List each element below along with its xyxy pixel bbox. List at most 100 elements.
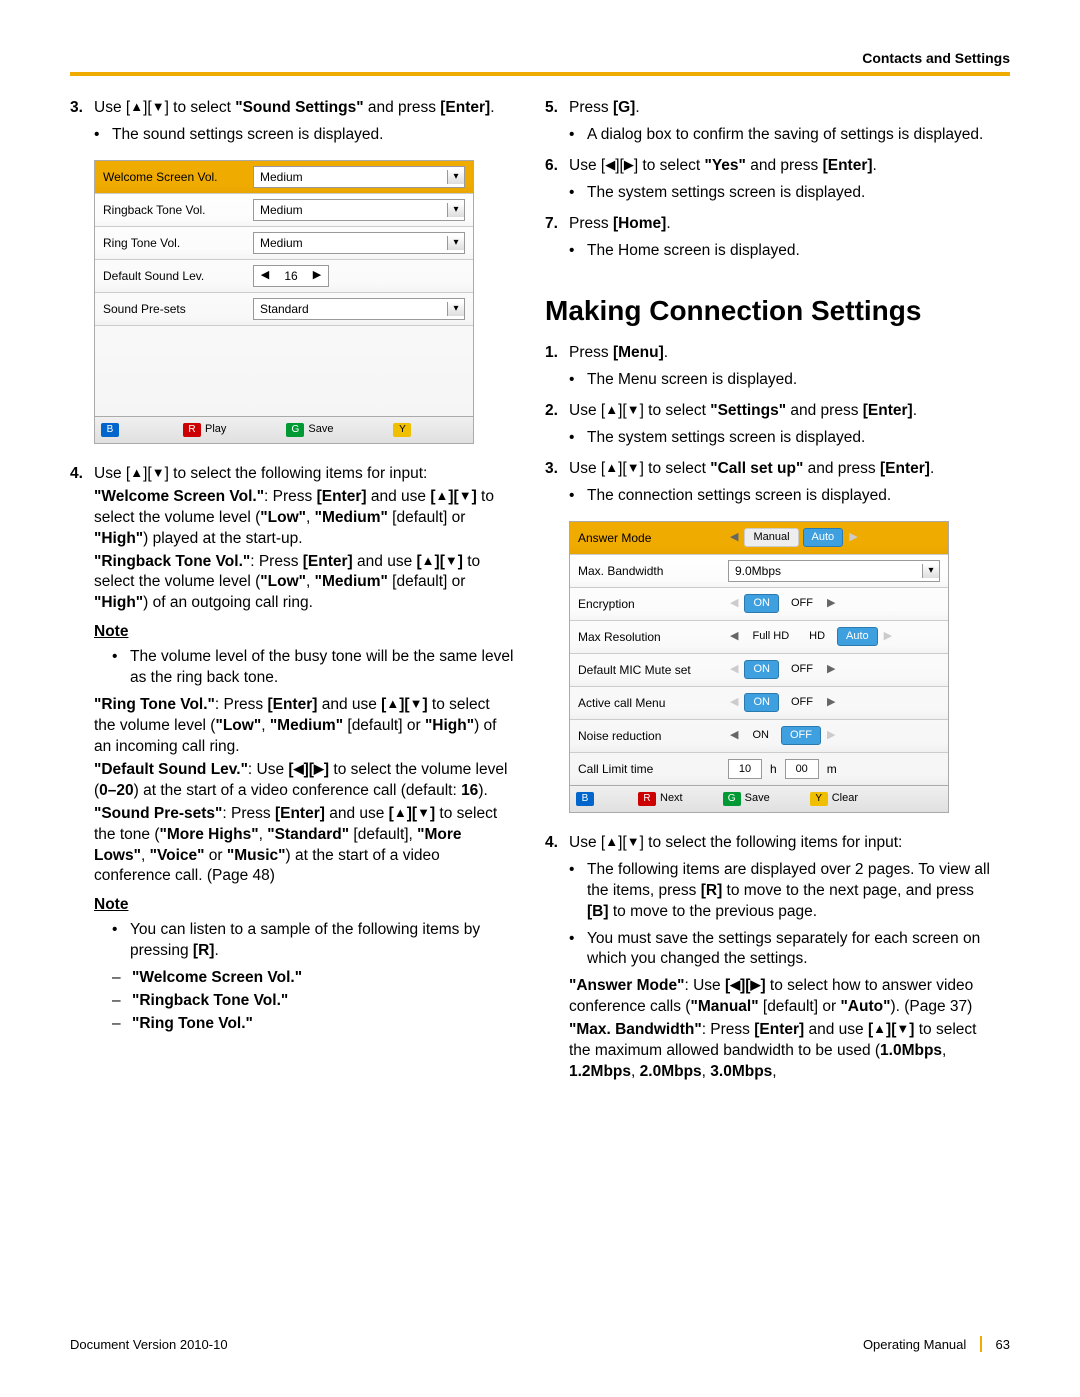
down-icon: ▼ [627,833,640,851]
y-key-icon: Y [393,423,411,437]
up-icon: ▲ [130,98,143,116]
conn-step-2: 2. Use [▲][▼] to select "Settings" and p… [545,401,990,422]
blank-area [95,326,473,416]
ringback-vol-para: "Ringback Tone Vol.": Press [Enter] and … [94,552,515,615]
ringtone-vol-para: "Ring Tone Vol.": Press [Enter] and use … [94,695,515,758]
left-icon: ◀ [728,695,740,710]
right-icon: ▶ [847,530,859,545]
row-ringtone-vol: Ring Tone Vol. Medium▾ [95,227,473,260]
conn-step-2-bullet: •The system settings screen is displayed… [569,428,990,449]
chevron-down-icon: ▾ [447,302,464,316]
y-key-icon: Y [810,792,828,806]
section-title: Making Connection Settings [545,292,990,330]
bandwidth-dropdown[interactable]: 9.0Mbps▾ [728,560,940,582]
left-icon: ◀ [728,530,740,545]
hours-field[interactable]: 10 [728,759,762,779]
right-icon: ▶ [825,596,837,611]
b-key-icon: B [101,423,119,437]
down-icon: ▼ [627,401,640,419]
pipe-divider [980,1336,982,1352]
answer-mode-para: "Answer Mode": Use [◀][▶] to select how … [569,976,990,1018]
left-icon: ◀ [254,268,276,283]
right-column: 5. Press [G]. •A dialog box to confirm t… [545,98,990,1083]
step-5: 5. Press [G]. [545,98,990,119]
chevron-down-icon: ▾ [447,236,464,250]
left-icon: ◀ [728,596,740,611]
presets-dropdown[interactable]: Standard▾ [253,298,465,320]
step-num: 3. [545,459,569,480]
row-noise-reduction: Noise reduction ◀ONOFF▶ [570,720,948,753]
step-num: 3. [70,98,94,119]
step-num: 6. [545,156,569,177]
sound-settings-screenshot: Welcome Screen Vol. Medium▾ Ringback Ton… [94,160,474,444]
page: Contacts and Settings 3. Use [▲][▼] to s… [0,0,1080,1397]
step-7: 7. Press [Home]. [545,214,990,235]
right-icon: ▶ [624,156,634,174]
minutes-field[interactable]: 00 [785,759,819,779]
up-icon: ▲ [605,459,618,477]
note-label: Note [94,622,515,643]
connection-settings-screenshot: Answer Mode ◀ManualAuto▶ Max. Bandwidth … [569,521,949,813]
step-6: 6. Use [◀][▶] to select "Yes" and press … [545,156,990,177]
step-3-bullet: • The sound settings screen is displayed… [94,125,515,146]
left-icon: ◀ [728,629,740,644]
active-call-toggle[interactable]: ◀ONOFF▶ [728,693,837,712]
step-7-bullet: •The Home screen is displayed. [569,241,990,262]
down-icon: ▼ [627,459,640,477]
doc-version: Document Version 2010-10 [70,1337,228,1352]
right-icon: ▶ [306,268,328,283]
conn-step-1: 1. Press [Menu]. [545,343,990,364]
step-num: 4. [70,464,94,614]
ringtone-vol-dropdown[interactable]: Medium▾ [253,232,465,254]
conn-step-3: 3. Use [▲][▼] to select "Call set up" an… [545,459,990,480]
row-welcome-vol: Welcome Screen Vol. Medium▾ [95,161,473,194]
r-key-icon: R [183,423,201,437]
g-key-icon: G [723,792,741,806]
right-icon: ▶ [882,629,894,644]
ringback-vol-dropdown[interactable]: Medium▾ [253,199,465,221]
step-3: 3. Use [▲][▼] to select "Sound Settings"… [70,98,515,119]
step-num: 5. [545,98,569,119]
screenshot-footer: B RPlay GSave Y [94,417,474,444]
right-icon: ▶ [825,662,837,677]
welcome-vol-dropdown[interactable]: Medium▾ [253,166,465,188]
row-answer-mode: Answer Mode ◀ManualAuto▶ [570,522,948,555]
left-icon: ◀ [728,662,740,677]
conn-step-4-bullet-2: •You must save the settings separately f… [569,929,990,971]
chevron-down-icon: ▾ [447,170,464,184]
mic-mute-toggle[interactable]: ◀ONOFF▶ [728,660,837,679]
step-text: Use [▲][▼] to select the following items… [94,464,515,614]
step-4: 4. Use [▲][▼] to select the following it… [70,464,515,614]
row-call-limit: Call Limit time 10h 00m [570,753,948,785]
b-key-icon: B [576,792,594,806]
encryption-toggle[interactable]: ◀ONOFF▶ [728,594,837,613]
noise-reduction-toggle[interactable]: ◀ONOFF▶ [728,726,837,745]
row-ringback-vol: Ringback Tone Vol. Medium▾ [95,194,473,227]
row-encryption: Encryption ◀ONOFF▶ [570,588,948,621]
screenshot-footer: B RNext GSave YClear [569,786,949,813]
resolution-segment[interactable]: ◀Full HDHDAuto▶ [728,627,894,646]
step-num: 4. [545,833,569,854]
default-level-spinner[interactable]: ◀16▶ [253,265,329,287]
note-bullet: • You can listen to a sample of the foll… [112,920,515,962]
step-text: Use [▲][▼] to select "Sound Settings" an… [94,98,515,119]
step-num: 7. [545,214,569,235]
conn-step-4-bullet-1: •The following items are displayed over … [569,860,990,923]
dash-item: –"Ringback Tone Vol." [112,991,515,1012]
page-footer: Document Version 2010-10 Operating Manua… [70,1336,1010,1352]
step-5-bullet: •A dialog box to confirm the saving of s… [569,125,990,146]
chevron-down-icon: ▾ [447,203,464,217]
step-6-bullet: •The system settings screen is displayed… [569,183,990,204]
up-icon: ▲ [605,833,618,851]
screenshot-panel: Answer Mode ◀ManualAuto▶ Max. Bandwidth … [569,521,949,786]
left-icon: ◀ [605,156,615,174]
dash-item: –"Welcome Screen Vol." [112,968,515,989]
answer-mode-segment[interactable]: ◀ManualAuto▶ [728,528,860,547]
header-section: Contacts and Settings [70,50,1010,66]
up-icon: ▲ [130,464,143,482]
row-default-level: Default Sound Lev. ◀16▶ [95,260,473,293]
left-icon: ◀ [728,728,740,743]
screenshot-panel: Welcome Screen Vol. Medium▾ Ringback Ton… [94,160,474,417]
bandwidth-para: "Max. Bandwidth": Press [Enter] and use … [569,1020,990,1083]
gold-divider [70,72,1010,76]
